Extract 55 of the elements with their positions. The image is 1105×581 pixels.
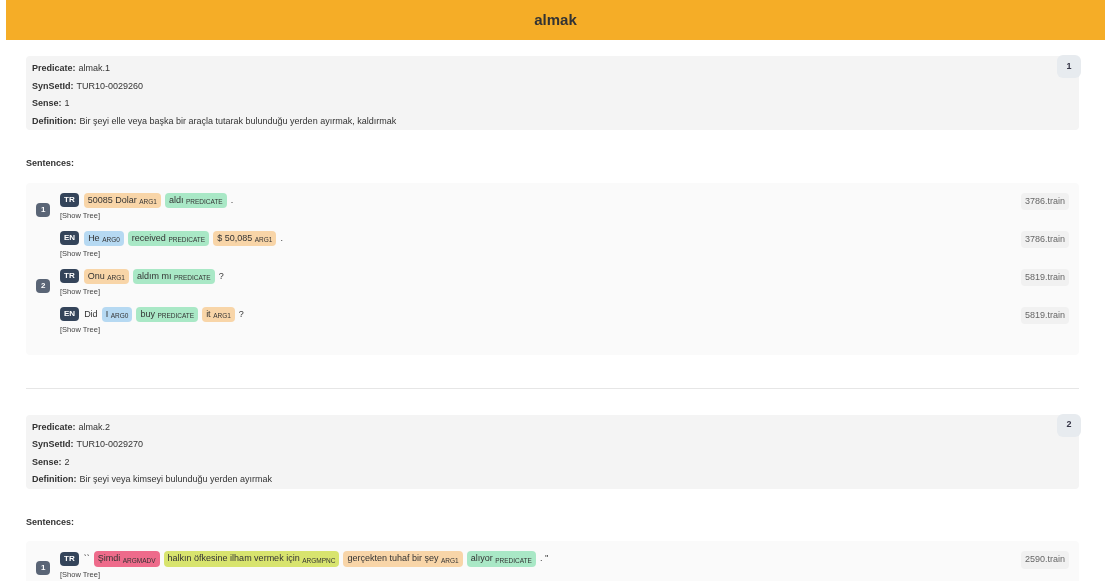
sentence-number: 1 <box>36 202 51 217</box>
field-value: almak.2 <box>78 420 111 434</box>
sense-number-badge: 1 <box>1057 55 1081 78</box>
field-value: almak.1 <box>78 62 111 75</box>
source-label: 2590.train <box>1020 551 1069 569</box>
argument-tag: $ 50,085 $_{ARG1}$ <box>213 230 277 246</box>
field-value: TUR10-0029260 <box>76 79 144 93</box>
argument-tag: aldı $_{PREDICATE}$ <box>164 192 227 208</box>
field-label: Sense: <box>32 97 62 110</box>
sentence-number: 1 <box>36 561 51 575</box>
field-label: SynSetId: <box>32 438 74 451</box>
field-value: 1 <box>64 97 70 110</box>
token-text: . <box>230 193 234 207</box>
argument-tag: received $_{PREDICATE}$ <box>127 230 210 246</box>
argument-tag: Şimdi $_{ARGMADV}$ <box>93 551 160 567</box>
language-tag: EN <box>60 231 80 246</box>
page-title: almak <box>534 9 577 30</box>
token-text: . <box>280 231 283 245</box>
field-label: Sense: <box>32 455 62 469</box>
argument-tag: 50085 Dolar $_{ARG1}$ <box>83 192 161 208</box>
field-label: SynSetId: <box>32 79 74 93</box>
token-text: . '' <box>539 552 549 565</box>
language-tag: TR <box>60 551 79 566</box>
sentences-heading: Sentences: <box>26 157 75 170</box>
language-tag: TR <box>60 193 79 208</box>
field-value: Bir şeyi elle veya başka bir araçla tutarak bulunduğu yerden ayırmak, kaldırmak <box>79 114 397 128</box>
sense-number-badge: 2 <box>1057 413 1081 437</box>
field-label: Predicate: <box>32 420 76 434</box>
field-label: Predicate: <box>32 62 76 75</box>
token-text: Did <box>84 307 98 321</box>
token-text: ? <box>218 269 224 283</box>
field-label: Definition: <box>32 114 77 128</box>
field-value: 2 <box>64 455 70 469</box>
argument-tag: gerçekten tuhaf bir şey $_{ARG1}$ <box>343 551 463 567</box>
argument-tag: Onu $_{ARG1}$ <box>83 268 129 284</box>
field-label: Definition: <box>32 473 77 486</box>
source-label: 3786.train <box>1020 230 1069 248</box>
source-label: 3786.train <box>1020 192 1069 210</box>
source-label: 5819.train <box>1020 268 1069 286</box>
argument-tag: it $_{ARG1}$ <box>202 306 235 322</box>
token-text: ? <box>238 307 244 321</box>
sentence-number: 2 <box>36 278 51 293</box>
argument-tag: aldım mı $_{PREDICATE}$ <box>132 268 215 284</box>
source-label: 5819.train <box>1020 306 1069 324</box>
token-text: `` <box>83 552 90 565</box>
argument-tag: alıyor $_{PREDICATE}$ <box>466 551 536 567</box>
argument-tag: He $_{ARG0}$ <box>84 230 124 246</box>
argument-tag: I $_{ARG0}$ <box>101 306 133 322</box>
argument-tag: buy $_{PREDICATE}$ <box>136 306 199 322</box>
language-tag: TR <box>60 269 79 284</box>
language-tag: EN <box>60 307 80 322</box>
field-value: TUR10-0029270 <box>76 438 144 451</box>
argument-tag: halkın öfkesine ilham vermek için $_{ARGMPNC}$ <box>163 551 340 567</box>
field-value: Bir şeyi veya kimseyi bulunduğu yerden ayırmak <box>79 473 273 486</box>
sentences-heading: Sentences: <box>26 515 75 529</box>
